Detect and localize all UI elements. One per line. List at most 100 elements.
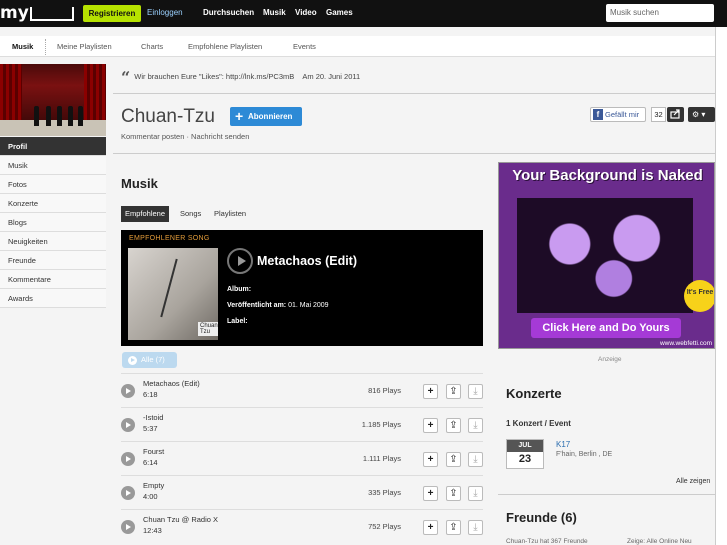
music-subnav: Musik Meine Playlisten Charts Empfohlene…	[0, 36, 715, 57]
add-to-playlist-button[interactable]: +	[423, 384, 438, 399]
add-to-playlist-button[interactable]: +	[423, 418, 438, 433]
track-plays: 1.111 Plays	[362, 454, 401, 463]
logo-text: my	[0, 3, 29, 23]
facebook-like-button[interactable]: f Gefällt mir	[590, 107, 646, 122]
featured-song-panel: EMPFOHLENER SONG Chuan Tzu Metachaos (Ed…	[121, 230, 483, 346]
advertisement-banner[interactable]: Your Background is Naked It's Free Click…	[498, 162, 715, 349]
sidebar-item-awards[interactable]: Awards	[0, 289, 106, 308]
quote-date: Am 20. Juni 2011	[302, 72, 361, 81]
myspace-logo[interactable]: my	[0, 3, 76, 23]
track-play-button[interactable]	[121, 418, 135, 432]
ad-url: www.webfetti.com	[659, 340, 712, 347]
sidebar-item-friends[interactable]: Freunde	[0, 251, 106, 270]
track-plays: 335 Plays	[368, 488, 401, 497]
table-row: Empty 4:00 335 Plays + ⇪ ⤓	[121, 475, 483, 509]
quote-icon: “	[121, 68, 131, 87]
top-bar: my Registrieren Einloggen Durchsuchen Mu…	[0, 0, 727, 27]
share-button[interactable]	[667, 107, 684, 122]
friends-count-line: Chuan-Tzu hat 367 Freunde	[506, 538, 588, 545]
download-icon: ⤓	[473, 454, 478, 465]
nav-games[interactable]: Games	[326, 8, 353, 17]
add-to-playlist-button[interactable]: +	[423, 486, 438, 501]
sidebar-item-profile[interactable]: Profil	[0, 137, 106, 156]
download-icon: ⤓	[473, 522, 478, 533]
track-duration: 5:37	[143, 424, 158, 433]
track-share-button[interactable]: ⇪	[446, 384, 461, 399]
gear-icon: ⚙	[692, 110, 700, 119]
event-date-badge: JUL 23	[506, 439, 544, 469]
sidebar-item-concerts[interactable]: Konzerte	[0, 194, 106, 213]
track-duration: 6:14	[143, 458, 158, 467]
band-member	[57, 106, 62, 126]
track-name[interactable]: Chuan Tzu @ Radio X	[143, 515, 218, 524]
cover-tag: Chuan Tzu	[198, 322, 218, 336]
track-play-button[interactable]	[121, 486, 135, 500]
download-button[interactable]: ⤓	[468, 384, 483, 399]
download-button[interactable]: ⤓	[468, 520, 483, 535]
show-all-concerts-link[interactable]: Alle zeigen	[676, 478, 710, 485]
nav-music[interactable]: Musik	[263, 8, 286, 17]
subscribe-button[interactable]: + Abonnieren	[230, 107, 302, 126]
subnav-charts[interactable]: Charts	[141, 42, 163, 51]
sidebar-item-news[interactable]: Neuigkeiten	[0, 232, 106, 251]
subnav-separator	[45, 39, 46, 55]
login-link[interactable]: Einloggen	[147, 8, 183, 17]
subnav-music[interactable]: Musik	[12, 42, 33, 51]
sidebar-item-photos[interactable]: Fotos	[0, 175, 106, 194]
chevron-down-icon: ▾	[701, 110, 706, 119]
track-play-button[interactable]	[121, 384, 135, 398]
sidebar-item-music[interactable]: Musik	[0, 156, 106, 175]
record-label-label: Label:	[227, 318, 248, 325]
subnav-events[interactable]: Events	[293, 42, 316, 51]
download-button[interactable]: ⤓	[468, 418, 483, 433]
track-name[interactable]: Empty	[143, 481, 164, 490]
download-button[interactable]: ⤓	[468, 452, 483, 467]
track-name[interactable]: -Istoid	[143, 413, 163, 422]
table-row: Metachaos (Edit) 6:18 816 Plays + ⇪ ⤓	[121, 373, 483, 407]
sidebar-item-comments[interactable]: Kommentare	[0, 270, 106, 289]
band-member	[78, 106, 83, 126]
play-icon	[128, 356, 137, 365]
download-icon: ⤓	[473, 420, 478, 431]
subnav-my-playlists[interactable]: Meine Playlisten	[57, 42, 112, 51]
tab-playlists[interactable]: Playlisten	[214, 206, 246, 222]
track-share-button[interactable]: ⇪	[446, 418, 461, 433]
plus-icon: +	[235, 108, 244, 124]
tab-recommended[interactable]: Empfohlene	[121, 206, 170, 222]
stage-floor	[0, 120, 106, 136]
subnav-recommended-playlists[interactable]: Empfohlene Playlisten	[188, 42, 262, 51]
download-button[interactable]: ⤓	[468, 486, 483, 501]
track-share-button[interactable]: ⇪	[446, 520, 461, 535]
logo-bracket	[30, 7, 74, 21]
play-all-label: Alle (7)	[141, 355, 165, 364]
track-play-button[interactable]	[121, 452, 135, 466]
release-date: 01. Mai 2009	[288, 302, 329, 309]
add-to-playlist-button[interactable]: +	[423, 452, 438, 467]
track-name[interactable]: Metachaos (Edit)	[143, 379, 200, 388]
nav-browse[interactable]: Durchsuchen	[203, 8, 254, 17]
register-button[interactable]: Registrieren	[83, 5, 141, 22]
track-name[interactable]: Fourst	[143, 447, 164, 456]
ad-label: Anzeige	[598, 356, 622, 363]
featured-label: EMPFOHLENER SONG	[129, 235, 210, 242]
play-all-button[interactable]: Alle (7)	[122, 352, 177, 368]
tab-songs[interactable]: Songs	[180, 206, 201, 222]
band-member	[46, 106, 51, 126]
event-name-link[interactable]: K17	[556, 440, 570, 449]
sidebar-item-blogs[interactable]: Blogs	[0, 213, 106, 232]
nav-video[interactable]: Video	[295, 8, 317, 17]
settings-menu-button[interactable]: ⚙ ▾	[688, 107, 715, 122]
share-icon	[670, 109, 680, 119]
track-play-button[interactable]	[121, 520, 135, 534]
ad-cta-button[interactable]: Click Here and Do Yours	[531, 318, 681, 338]
track-plays: 816 Plays	[368, 386, 401, 395]
artist-action-links[interactable]: Kommentar posten · Nachricht senden	[121, 132, 249, 141]
track-share-button[interactable]: ⇪	[446, 486, 461, 501]
cover-art-branch	[160, 258, 178, 318]
page-scrollbar[interactable]	[715, 27, 727, 545]
add-to-playlist-button[interactable]: +	[423, 520, 438, 535]
friends-filter[interactable]: Zeige: Alle Online Neu	[627, 538, 692, 545]
search-input[interactable]: Musik suchen	[606, 4, 714, 22]
track-share-button[interactable]: ⇪	[446, 452, 461, 467]
featured-play-button[interactable]	[227, 248, 253, 274]
